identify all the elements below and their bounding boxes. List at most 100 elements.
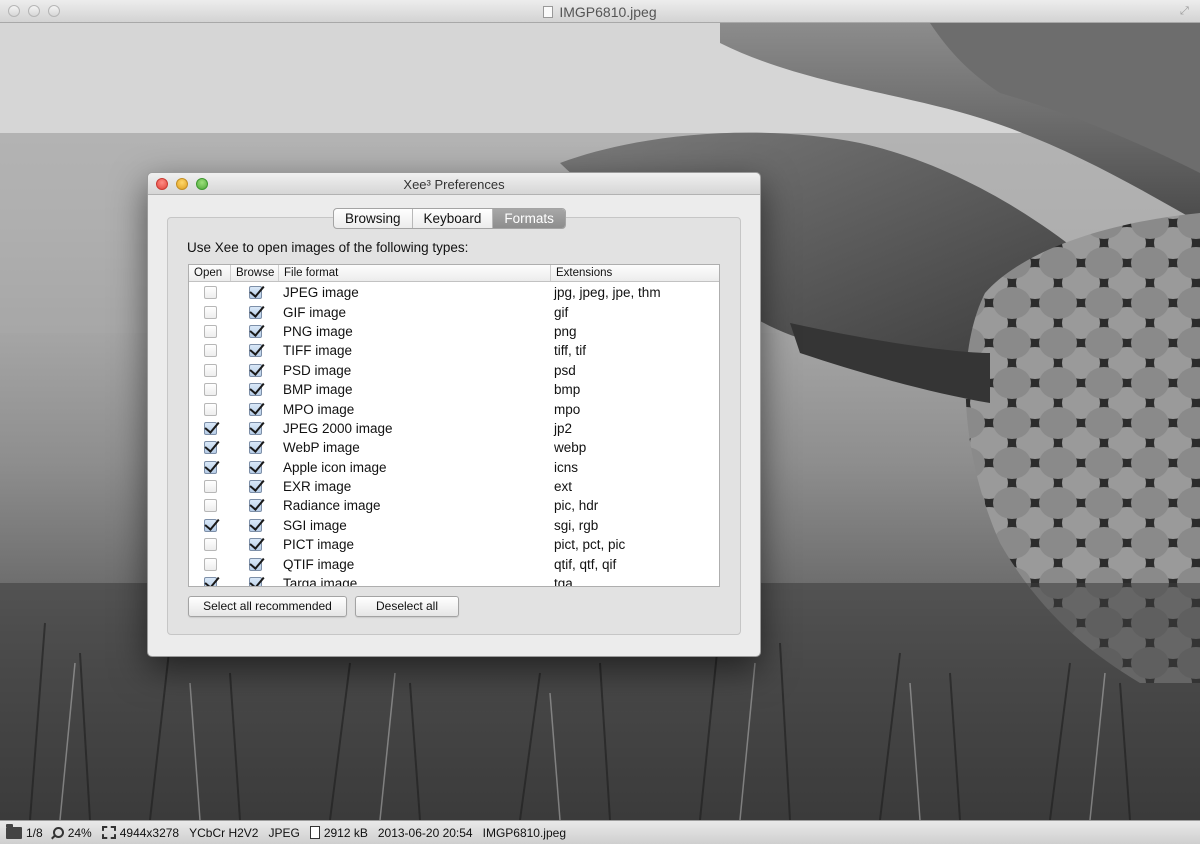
table-row[interactable]: Targa image tga [189, 574, 719, 586]
column-header-extensions[interactable]: Extensions [551, 265, 719, 281]
table-row[interactable]: PSD image psd [189, 361, 719, 380]
open-checkbox[interactable] [203, 557, 217, 571]
table-row[interactable]: QTIF image qtif, qtf, qif [189, 554, 719, 573]
column-header-open[interactable]: Open [189, 265, 231, 281]
browse-checkbox[interactable] [248, 480, 262, 494]
format-name: PICT image [283, 537, 355, 553]
column-header-browse[interactable]: Browse [231, 265, 279, 281]
browse-checkbox[interactable] [248, 421, 262, 435]
tab-browsing[interactable]: Browsing [334, 209, 413, 228]
browse-cell [231, 557, 279, 571]
format-name: JPEG image [283, 285, 359, 301]
open-checkbox[interactable] [203, 480, 217, 494]
table-row[interactable]: EXR image ext [189, 477, 719, 496]
status-dimensions: 4944x3278 [101, 826, 179, 840]
format-extensions: webp [554, 440, 587, 456]
preferences-dialog: Xee³ Preferences Browsing Keyboard Forma… [147, 172, 761, 657]
format-extensions: gif [554, 304, 569, 320]
browse-checkbox[interactable] [248, 557, 262, 571]
browse-cell [231, 363, 279, 377]
format-name: SGI image [283, 517, 347, 533]
table-row[interactable]: Radiance image pic, hdr [189, 496, 719, 515]
format-extensions: bmp [554, 382, 581, 398]
tab-keyboard[interactable]: Keyboard [413, 209, 494, 228]
open-checkbox[interactable] [203, 577, 217, 586]
column-header-format[interactable]: File format [279, 265, 551, 281]
table-row[interactable]: GIF image gif [189, 302, 719, 321]
browse-checkbox[interactable] [248, 286, 262, 300]
open-cell [189, 557, 231, 571]
table-row[interactable]: PICT image pict, pct, pic [189, 535, 719, 554]
open-checkbox[interactable] [203, 499, 217, 513]
browse-checkbox[interactable] [248, 363, 262, 377]
window-titlebar: IMGP6810.jpeg ⤢ [0, 0, 1200, 23]
dimensions-icon [101, 826, 116, 839]
table-row[interactable]: JPEG 2000 image jp2 [189, 419, 719, 438]
open-cell [189, 421, 231, 435]
format-extensions: jpg, jpeg, jpe, thm [554, 285, 661, 301]
format-extensions: pict, pct, pic [554, 537, 626, 553]
table-row[interactable]: Apple icon image icns [189, 458, 719, 477]
browse-checkbox[interactable] [248, 499, 262, 513]
browse-checkbox[interactable] [248, 460, 262, 474]
open-checkbox[interactable] [203, 402, 217, 416]
dialog-title: Xee³ Preferences [403, 177, 505, 192]
open-checkbox[interactable] [203, 344, 217, 358]
open-checkbox[interactable] [203, 460, 217, 474]
table-row[interactable]: BMP image bmp [189, 380, 719, 399]
open-cell [189, 460, 231, 474]
browse-cell [231, 499, 279, 513]
browse-checkbox[interactable] [248, 305, 262, 319]
table-row[interactable]: PNG image png [189, 322, 719, 341]
tab-formats[interactable]: Formats [493, 209, 565, 228]
open-cell [189, 383, 231, 397]
format-name: MPO image [283, 401, 355, 417]
browse-cell [231, 421, 279, 435]
open-checkbox[interactable] [203, 538, 217, 552]
instruction-label: Use Xee to open images of the following … [187, 240, 469, 255]
status-zoom: 24% [52, 826, 92, 840]
format-extensions: jp2 [554, 420, 573, 436]
open-checkbox[interactable] [203, 518, 217, 532]
formats-table[interactable]: Open Browse File format Extensions JPEG … [188, 264, 720, 587]
browse-checkbox[interactable] [248, 577, 262, 586]
open-checkbox[interactable] [203, 305, 217, 319]
document-icon[interactable] [543, 6, 554, 18]
status-file-size: 2912 kB [309, 826, 368, 840]
browse-cell [231, 344, 279, 358]
table-row[interactable]: TIFF image tiff, tif [189, 341, 719, 360]
open-checkbox[interactable] [203, 421, 217, 435]
open-checkbox[interactable] [203, 363, 217, 377]
format-extensions: tiff, tif [554, 343, 587, 359]
browse-checkbox[interactable] [248, 324, 262, 338]
open-checkbox[interactable] [203, 324, 217, 338]
table-row[interactable]: SGI image sgi, rgb [189, 516, 719, 535]
format-extensions: png [554, 323, 577, 339]
deselect-all-button[interactable]: Deselect all [355, 596, 459, 617]
select-all-recommended-button[interactable]: Select all recommended [188, 596, 347, 617]
browse-checkbox[interactable] [248, 344, 262, 358]
browse-cell [231, 518, 279, 532]
open-cell [189, 518, 231, 532]
browse-cell [231, 286, 279, 300]
browse-checkbox[interactable] [248, 538, 262, 552]
table-row[interactable]: MPO image mpo [189, 399, 719, 418]
open-cell [189, 402, 231, 416]
format-extensions: mpo [554, 401, 581, 417]
open-checkbox[interactable] [203, 441, 217, 455]
format-name: TIFF image [283, 343, 353, 359]
open-checkbox[interactable] [203, 286, 217, 300]
open-checkbox[interactable] [203, 383, 217, 397]
browse-cell [231, 480, 279, 494]
browse-checkbox[interactable] [248, 383, 262, 397]
file-icon [309, 826, 320, 839]
format-name: Apple icon image [283, 459, 387, 475]
browse-checkbox[interactable] [248, 518, 262, 532]
fullscreen-icon[interactable]: ⤢ [1180, 5, 1192, 17]
table-row[interactable]: WebP image webp [189, 438, 719, 457]
format-name: WebP image [283, 440, 360, 456]
table-row[interactable]: JPEG image jpg, jpeg, jpe, thm [189, 283, 719, 302]
format-name: EXR image [283, 479, 352, 495]
browse-checkbox[interactable] [248, 441, 262, 455]
browse-checkbox[interactable] [248, 402, 262, 416]
